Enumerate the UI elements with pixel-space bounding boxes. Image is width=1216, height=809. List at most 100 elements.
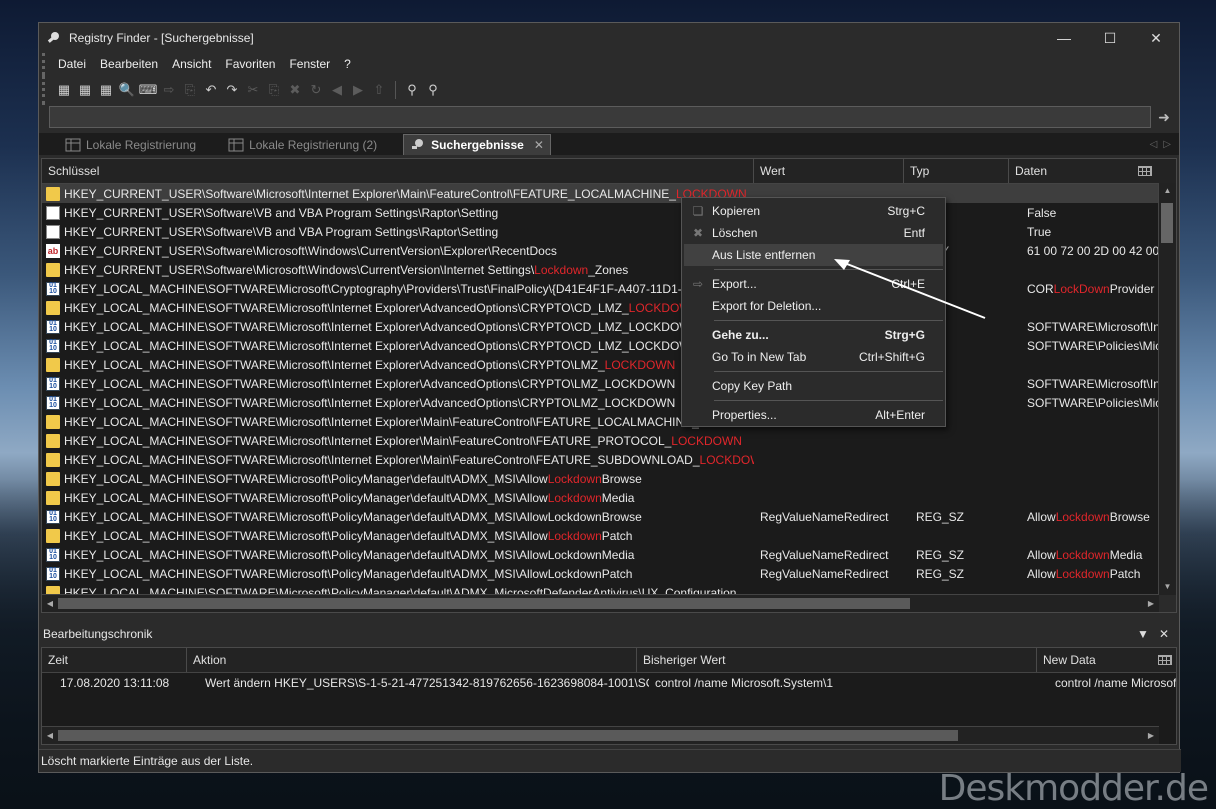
minimize-button[interactable]: — bbox=[1041, 23, 1087, 53]
table-row[interactable]: HKEY_LOCAL_MACHINE\SOFTWARE\Microsoft\Po… bbox=[42, 488, 1176, 507]
history-col-action[interactable]: Aktion bbox=[187, 648, 637, 672]
table-row[interactable]: 01 10 HKEY_LOCAL_MACHINE\SOFTWARE\Microsof… bbox=[42, 279, 1176, 298]
key-text: HKEY_CURRENT_USER\Software\Microsoft\Win… bbox=[64, 243, 557, 258]
cut-icon[interactable]: ✂ bbox=[244, 81, 262, 99]
menu-item-copy-key-path[interactable]: Copy Key Path bbox=[684, 375, 943, 397]
column-chooser-icon[interactable] bbox=[1138, 166, 1152, 176]
menu-help[interactable]: ? bbox=[337, 57, 358, 71]
table-row[interactable]: 01 10 HKEY_LOCAL_MACHINE\SOFTWARE\Microsof… bbox=[42, 507, 1176, 526]
cell-data: False bbox=[1021, 206, 1176, 220]
scroll-left-icon[interactable]: ◀ bbox=[42, 595, 58, 612]
table-row[interactable]: 01 10 HKEY_LOCAL_MACHINE\SOFTWARE\Microsof… bbox=[42, 317, 1176, 336]
export-toolbar-icon[interactable]: ⇨ bbox=[160, 81, 178, 99]
table-row[interactable]: HKEY_LOCAL_MACHINE\SOFTWARE\Microsoft\In… bbox=[42, 355, 1176, 374]
table-row[interactable]: HKEY_CURRENT_USER\Software\Microsoft\Win… bbox=[42, 260, 1176, 279]
pin-icon[interactable]: ▼ bbox=[1137, 627, 1149, 641]
tab-suchergebnisse[interactable]: Suchergebnisse ✕ bbox=[403, 134, 551, 155]
tab-lokale-registrierung[interactable]: Lokale Registrierung bbox=[59, 135, 202, 155]
table-row[interactable]: ab HKEY_CURRENT_USER\Software\Microsoft\W… bbox=[42, 241, 1176, 260]
history-horizontal-scrollbar[interactable]: ◀ ▶ bbox=[42, 726, 1159, 744]
bookmark-add-icon[interactable]: ⚲ bbox=[403, 81, 421, 99]
maximize-button[interactable]: ☐ bbox=[1087, 23, 1133, 53]
menu-item-gehe-zu[interactable]: Gehe zu... Strg+G bbox=[684, 324, 943, 346]
new-window-icon[interactable]: ▦ bbox=[55, 81, 73, 99]
cell-key: 01 10 HKEY_LOCAL_MACHINE\SOFTWARE\Microsof… bbox=[42, 338, 754, 353]
search-match: Lockdown bbox=[1055, 566, 1110, 581]
table-row[interactable]: HKEY_LOCAL_MACHINE\SOFTWARE\Microsoft\In… bbox=[42, 431, 1176, 450]
folder-icon bbox=[46, 433, 60, 448]
menu-item-properties[interactable]: Properties... Alt+Enter bbox=[684, 404, 943, 426]
history-new: control /name Microsoft.S bbox=[1055, 676, 1176, 690]
tab-scroll-right-icon[interactable]: ▷ bbox=[1163, 139, 1171, 150]
table-row[interactable]: HKEY_CURRENT_USER\Software\VB and VBA Pr… bbox=[42, 222, 1176, 241]
vertical-scrollbar[interactable]: ▲ ▼ bbox=[1158, 183, 1176, 595]
table-row[interactable]: HKEY_LOCAL_MACHINE\SOFTWARE\Microsoft\Po… bbox=[42, 469, 1176, 488]
bookmark-remove-icon[interactable]: ⚲ bbox=[424, 81, 442, 99]
table-row[interactable]: 01 10 HKEY_LOCAL_MACHINE\SOFTWARE\Microsof… bbox=[42, 393, 1176, 412]
tab-lokale-registrierung-2[interactable]: Lokale Registrierung (2) bbox=[222, 135, 383, 155]
horizontal-scrollbar[interactable]: ◀ ▶ bbox=[42, 594, 1159, 612]
menu-fenster[interactable]: Fenster bbox=[282, 57, 337, 71]
table-row[interactable]: 01 10 HKEY_LOCAL_MACHINE\SOFTWARE\Microsof… bbox=[42, 336, 1176, 355]
find-icon[interactable]: 🔍 bbox=[118, 81, 136, 99]
undo-icon[interactable]: ↶ bbox=[202, 81, 220, 99]
binary-value-icon: 01 10 bbox=[46, 566, 60, 581]
table-row[interactable]: HKEY_LOCAL_MACHINE\SOFTWARE\Microsoft\In… bbox=[42, 412, 1176, 431]
cell-data: SOFTWARE\Policies\Micros bbox=[1021, 339, 1176, 353]
menu-bearbeiten[interactable]: Bearbeiten bbox=[93, 57, 165, 71]
table-row[interactable]: 01 10 HKEY_LOCAL_MACHINE\SOFTWARE\Microsof… bbox=[42, 545, 1176, 564]
address-input[interactable] bbox=[49, 106, 1151, 128]
history-col-prev[interactable]: Bisheriger Wert bbox=[637, 648, 1037, 672]
table-row[interactable]: HKEY_LOCAL_MACHINE\SOFTWARE\Microsoft\Po… bbox=[42, 526, 1176, 545]
scroll-thumb[interactable] bbox=[1161, 203, 1173, 243]
delete-toolbar-icon[interactable]: ✖ bbox=[286, 81, 304, 99]
history-row[interactable]: 17.08.2020 13:11:08 Wert ändern HKEY_USE… bbox=[42, 673, 1176, 693]
watermark: Deskmodder.de bbox=[938, 768, 1209, 809]
scroll-thumb[interactable] bbox=[58, 730, 958, 741]
close-button[interactable]: ✕ bbox=[1133, 23, 1179, 53]
refresh-icon[interactable]: ↻ bbox=[307, 81, 325, 99]
go-arrow-icon[interactable]: ➜ bbox=[1155, 109, 1173, 126]
scroll-up-icon[interactable]: ▲ bbox=[1159, 183, 1176, 199]
menu-ansicht[interactable]: Ansicht bbox=[165, 57, 218, 71]
back-icon[interactable]: ◀ bbox=[328, 81, 346, 99]
history-close-icon[interactable]: ✕ bbox=[1159, 627, 1169, 641]
menu-datei[interactable]: Datei bbox=[51, 57, 93, 71]
scroll-thumb[interactable] bbox=[58, 598, 910, 609]
history-col-time[interactable]: Zeit bbox=[42, 648, 187, 672]
column-header-type[interactable]: Typ bbox=[904, 159, 1009, 183]
paste-icon[interactable]: ⎘ bbox=[265, 81, 283, 99]
table-row[interactable]: HKEY_CURRENT_USER\Software\Microsoft\Int… bbox=[42, 184, 1176, 203]
history-column-chooser-icon[interactable] bbox=[1158, 655, 1172, 665]
forward-icon[interactable]: ▶ bbox=[349, 81, 367, 99]
menu-item-go-to-in-new-tab[interactable]: Go To in New Tab Ctrl+Shift+G bbox=[684, 346, 943, 368]
scroll-right-icon[interactable]: ▶ bbox=[1143, 727, 1159, 744]
folder-icon bbox=[46, 490, 60, 505]
folder-icon bbox=[46, 471, 60, 486]
table-row[interactable]: 01 10 HKEY_LOCAL_MACHINE\SOFTWARE\Microsof… bbox=[42, 564, 1176, 583]
column-header-data[interactable]: Daten bbox=[1009, 159, 1176, 183]
menu-item-shortcut: Ctrl+Shift+G bbox=[858, 350, 925, 364]
menu-favoriten[interactable]: Favoriten bbox=[218, 57, 282, 71]
new-tab-icon[interactable]: ▦ bbox=[76, 81, 94, 99]
table-row[interactable]: 01 10 HKEY_LOCAL_MACHINE\SOFTWARE\Microsof… bbox=[42, 374, 1176, 393]
scroll-down-icon[interactable]: ▼ bbox=[1159, 579, 1176, 595]
new-search-tab-icon[interactable]: ▦ bbox=[97, 81, 115, 99]
history-col-new[interactable]: New Data bbox=[1037, 648, 1176, 672]
scroll-left-icon[interactable]: ◀ bbox=[42, 727, 58, 744]
table-row[interactable]: HKEY_LOCAL_MACHINE\SOFTWARE\Microsoft\In… bbox=[42, 450, 1176, 469]
menu-item-löschen[interactable]: ✖ Löschen Entf bbox=[684, 222, 943, 244]
copy-toolbar-icon[interactable]: ⎘ bbox=[181, 81, 199, 99]
table-row[interactable]: HKEY_LOCAL_MACHINE\SOFTWARE\Microsoft\In… bbox=[42, 298, 1176, 317]
column-header-value[interactable]: Wert bbox=[754, 159, 904, 183]
replace-icon[interactable]: ⌨ bbox=[139, 81, 158, 99]
scroll-right-icon[interactable]: ▶ bbox=[1143, 595, 1159, 612]
column-header-key[interactable]: Schlüssel bbox=[42, 159, 754, 183]
cell-data: 61 00 72 00 2D 00 42 00 42 00 bbox=[1021, 244, 1176, 258]
table-row[interactable]: HKEY_CURRENT_USER\Software\VB and VBA Pr… bbox=[42, 203, 1176, 222]
redo-icon[interactable]: ↷ bbox=[223, 81, 241, 99]
tab-close-icon[interactable]: ✕ bbox=[534, 138, 544, 152]
up-icon[interactable]: ⇧ bbox=[370, 81, 388, 99]
tab-scroll-left-icon[interactable]: ◁ bbox=[1150, 139, 1158, 150]
menu-item-kopieren[interactable]: ❏ Kopieren Strg+C bbox=[684, 200, 943, 222]
